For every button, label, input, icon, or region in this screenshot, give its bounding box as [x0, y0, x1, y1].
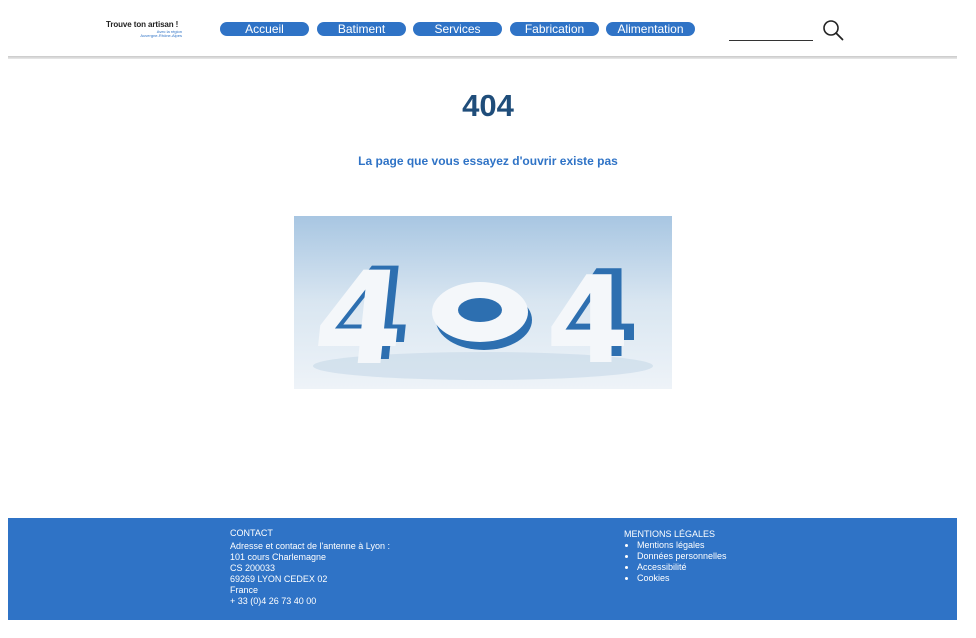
footer-legal: MENTIONS LÉGALES Mentions légales Donnée…	[624, 529, 727, 584]
contact-title: CONTACT	[230, 528, 273, 538]
logo[interactable]: Trouve ton artisan ! Avec la région Auve…	[100, 18, 190, 40]
contact-cs: CS 200033	[230, 563, 276, 573]
contact-country: France	[230, 585, 259, 595]
contact-city: 69269 LYON CEDEX 02	[230, 574, 328, 584]
legal-link-item: Cookies	[637, 573, 727, 584]
footer: CONTACT Adresse et contact de l'antenne …	[8, 518, 957, 620]
header-divider	[8, 56, 957, 59]
legal-links: Mentions légales Données personnelles Ac…	[624, 540, 727, 584]
error-message: La page que vous essayez d'ouvrir existe…	[358, 154, 618, 168]
nav-fabrication-button[interactable]: Fabrication	[510, 22, 599, 36]
search-input[interactable]	[729, 22, 813, 39]
logo-title: Trouve ton artisan !	[106, 20, 179, 29]
search-icon[interactable]	[822, 19, 844, 41]
accessibilite-link[interactable]: Accessibilité	[637, 562, 687, 572]
contact-street: 101 cours Charlemagne	[230, 552, 327, 562]
legal-title: MENTIONS LÉGALES	[624, 529, 716, 539]
nav-accueil-button[interactable]: Accueil	[220, 22, 309, 36]
legal-link-item: Accessibilité	[637, 562, 727, 573]
footer-contact: CONTACT Adresse et contact de l'antenne …	[230, 528, 390, 607]
donnees-personnelles-link[interactable]: Données personnelles	[637, 551, 727, 561]
svg-text:4: 4	[307, 245, 412, 389]
cookies-link[interactable]: Cookies	[637, 573, 670, 583]
svg-text:4: 4	[546, 252, 630, 389]
error-404-image: 4 4 4 4	[294, 216, 672, 389]
nav-alimentation-button[interactable]: Alimentation	[606, 22, 695, 36]
legal-link-item: Mentions légales	[637, 540, 727, 551]
contact-address-intro: Adresse et contact de l'antenne à Lyon :	[230, 541, 390, 551]
logo-region: Auvergne-Rhône-Alpes	[140, 33, 182, 38]
search-underline	[729, 40, 813, 41]
page-title: 404	[462, 88, 514, 123]
nav-services-button[interactable]: Services	[413, 22, 502, 36]
contact-phone: + 33 (0)4 26 73 40 00	[230, 596, 317, 606]
nav-batiment-button[interactable]: Batiment	[317, 22, 406, 36]
legal-link-item: Données personnelles	[637, 551, 727, 562]
mentions-legales-link[interactable]: Mentions légales	[637, 540, 705, 550]
